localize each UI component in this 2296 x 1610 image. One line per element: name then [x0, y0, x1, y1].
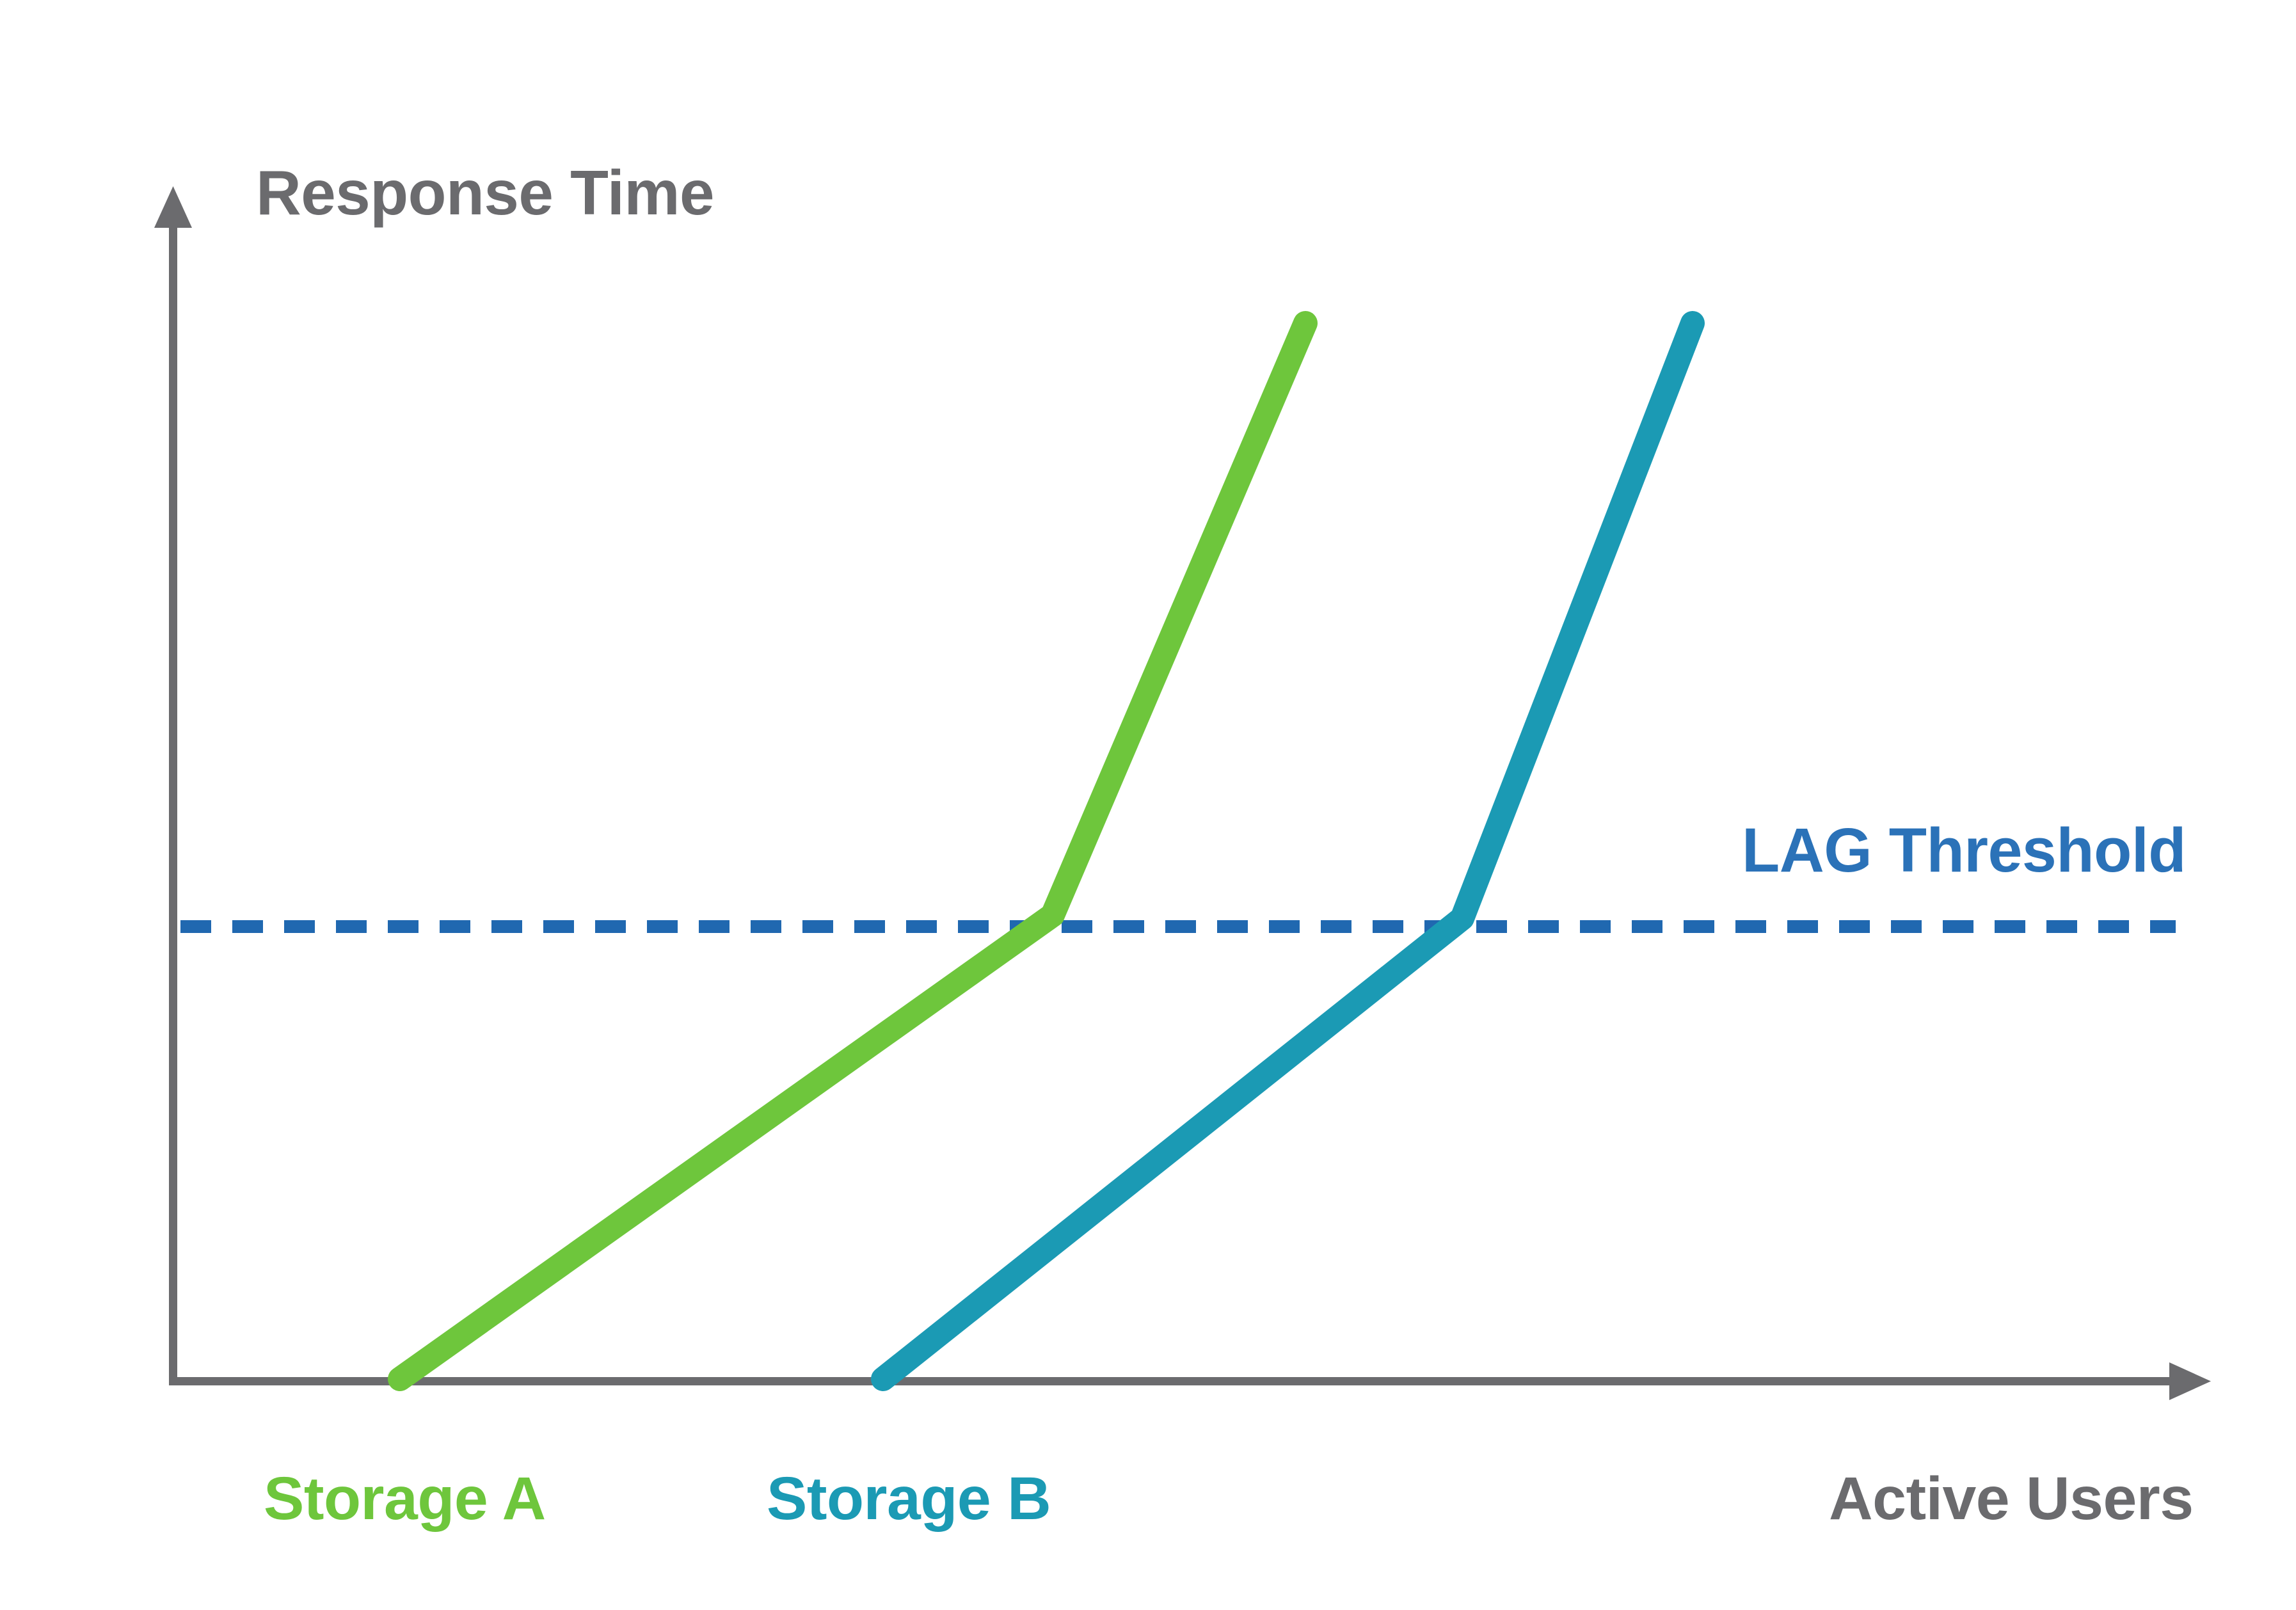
chart-graphic [154, 186, 2211, 1400]
chart-canvas: Response Time LAG Threshold Storage A St… [0, 0, 2296, 1610]
x-axis-line [169, 1377, 2172, 1385]
series-line-storage-b [871, 311, 1705, 1391]
y-axis-arrow-icon [154, 186, 192, 228]
series-line-storage-a [388, 311, 1318, 1391]
legend-item-storage-a: Storage A [264, 1465, 546, 1533]
y-axis-title: Response Time [256, 157, 715, 228]
legend-item-storage-b: Storage B [767, 1465, 1051, 1533]
x-axis-title: Active Users [1829, 1465, 2194, 1533]
lag-threshold-label: LAG Threshold [1742, 815, 2187, 885]
y-axis-line [169, 221, 177, 1385]
x-axis-arrow-icon [2169, 1362, 2211, 1400]
